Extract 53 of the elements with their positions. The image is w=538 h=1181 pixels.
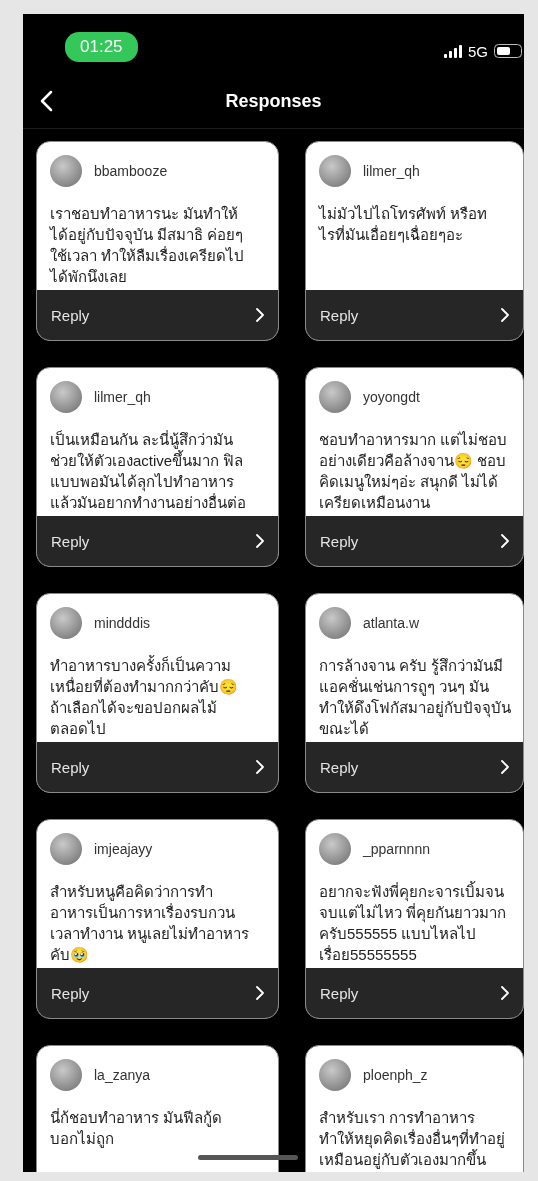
reply-button[interactable]: Reply — [306, 290, 523, 340]
response-text: นี่ก้ชอบทำอาหาร มันฟีลกู้ด บอกไม่ถูก — [49, 1107, 224, 1149]
chevron-right-icon — [256, 308, 264, 322]
battery-icon — [494, 44, 522, 58]
reply-button[interactable]: Reply — [37, 742, 278, 792]
screen-title: Responses — [225, 90, 322, 112]
network-label: 5G — [468, 42, 488, 60]
username: yoyongdt — [363, 389, 420, 405]
avatar-placeholder — [319, 381, 351, 413]
avatar-placeholder — [50, 833, 82, 865]
reply-button[interactable]: Reply — [37, 290, 278, 340]
chevron-right-icon — [256, 534, 264, 548]
back-button[interactable] — [39, 90, 53, 112]
username: bbambooze — [94, 163, 168, 179]
response-text: สำหรับเรา การทำอาหาร ทำให้หยุดคิดเรื่องอื่นๆที่ทำอยู่ เหมือนอยู่กับตัวเองมากขึ้น — [318, 1108, 506, 1170]
username: _pparnnnn — [363, 841, 430, 857]
signal-icon — [444, 44, 462, 58]
avatar-placeholder — [319, 155, 351, 187]
response-text: สำหรับหนูคือคิดว่าการทำ อาหารเป็นการหาเรื่องรบกวน เวลาทำงาน หนูเลยไม่ทำอาหาร คับ🥹 — [49, 882, 251, 965]
chevron-right-icon — [256, 986, 264, 1000]
chevron-right-icon — [501, 534, 509, 548]
username: lilmer_qh — [363, 163, 420, 179]
reply-button[interactable]: Reply — [306, 516, 523, 566]
reply-button[interactable]: Reply — [37, 968, 278, 1018]
reply-button[interactable]: Reply — [306, 742, 523, 792]
avatar-placeholder — [50, 607, 82, 639]
response-text: การล้างจาน ครับ รู้สึกว่ามันมี แอคชั่นเช่นการถูๆ วนๆ มัน ทำให้ดึงโฟกัสมาอยู่กับปัจจุบัน ขณะได้ — [318, 656, 512, 739]
avatar-placeholder — [50, 155, 82, 187]
chevron-right-icon — [501, 308, 509, 322]
response-text: อยากจะฟังพี่คุยกะจารเบิ้มจน จบแต่ไม่ไหว พี่คุยกันยาวมาก ครับ555555 แบบไหลไป เรื่อย55555555 — [318, 880, 508, 965]
back-chevron-icon — [39, 90, 53, 112]
username: la_zanya — [94, 1067, 151, 1083]
avatar-placeholder — [319, 607, 351, 639]
reply-button[interactable]: Reply — [306, 968, 523, 1018]
reply-button[interactable]: Reply — [37, 516, 278, 566]
avatar-placeholder — [319, 833, 351, 865]
chevron-right-icon — [256, 760, 264, 774]
chevron-right-icon — [501, 986, 509, 1000]
avatar-placeholder — [50, 381, 82, 413]
avatar-placeholder — [319, 1059, 351, 1091]
username: ploenph_z — [363, 1067, 428, 1083]
response-text: ชอบทำอาหารมาก แต่ไม่ชอบ อย่างเดียวคือล้างจาน😔 ชอบ คิดเมนูใหม่ๆอ่ะ สนุกดี ไม่ได้ เครียดเหมือนงาน — [318, 430, 509, 513]
chevron-right-icon — [501, 760, 509, 774]
response-text: ทำอาหารบางครั้งก็เป็นความ เหนื่อยที่ต้องทำมากกว่าคับ😔 ถ้าเลือกได้จะขอปอกผลไม้ ตลอดไป — [49, 654, 239, 739]
response-text: เราชอบทำอาหารนะ มันทำให้ ได้อยู่กับปัจจุบัน มีสมาธิ ค่อยๆ ใช้เวลา ทำให้ลืมเรื่องเครียดไป ได้พักนึงเลย — [48, 204, 246, 287]
response-text: เป็นเหมือนกัน ละนี่นู้สึกว่ามัน ช่วยให้ตัวเองactiveขึ้นมาก ฟิล แบบพอมันได้ลุกไปทำอาหาร แล้วมันอยากทำงานอย่างอื่นต่อ — [49, 429, 247, 513]
username: lilmer_qh — [94, 389, 151, 405]
status-time: 01:25 — [65, 32, 138, 62]
username: mindddis — [94, 615, 151, 631]
username: atlanta.w — [363, 615, 420, 631]
username: imjeajayy — [94, 841, 153, 857]
response-text: ไม่มัวไปไถโทรศัพท์ หรือท ไรที่มันเอื่อยๆเฉื่อยๆอะ — [317, 204, 489, 245]
avatar-placeholder — [50, 1059, 82, 1091]
